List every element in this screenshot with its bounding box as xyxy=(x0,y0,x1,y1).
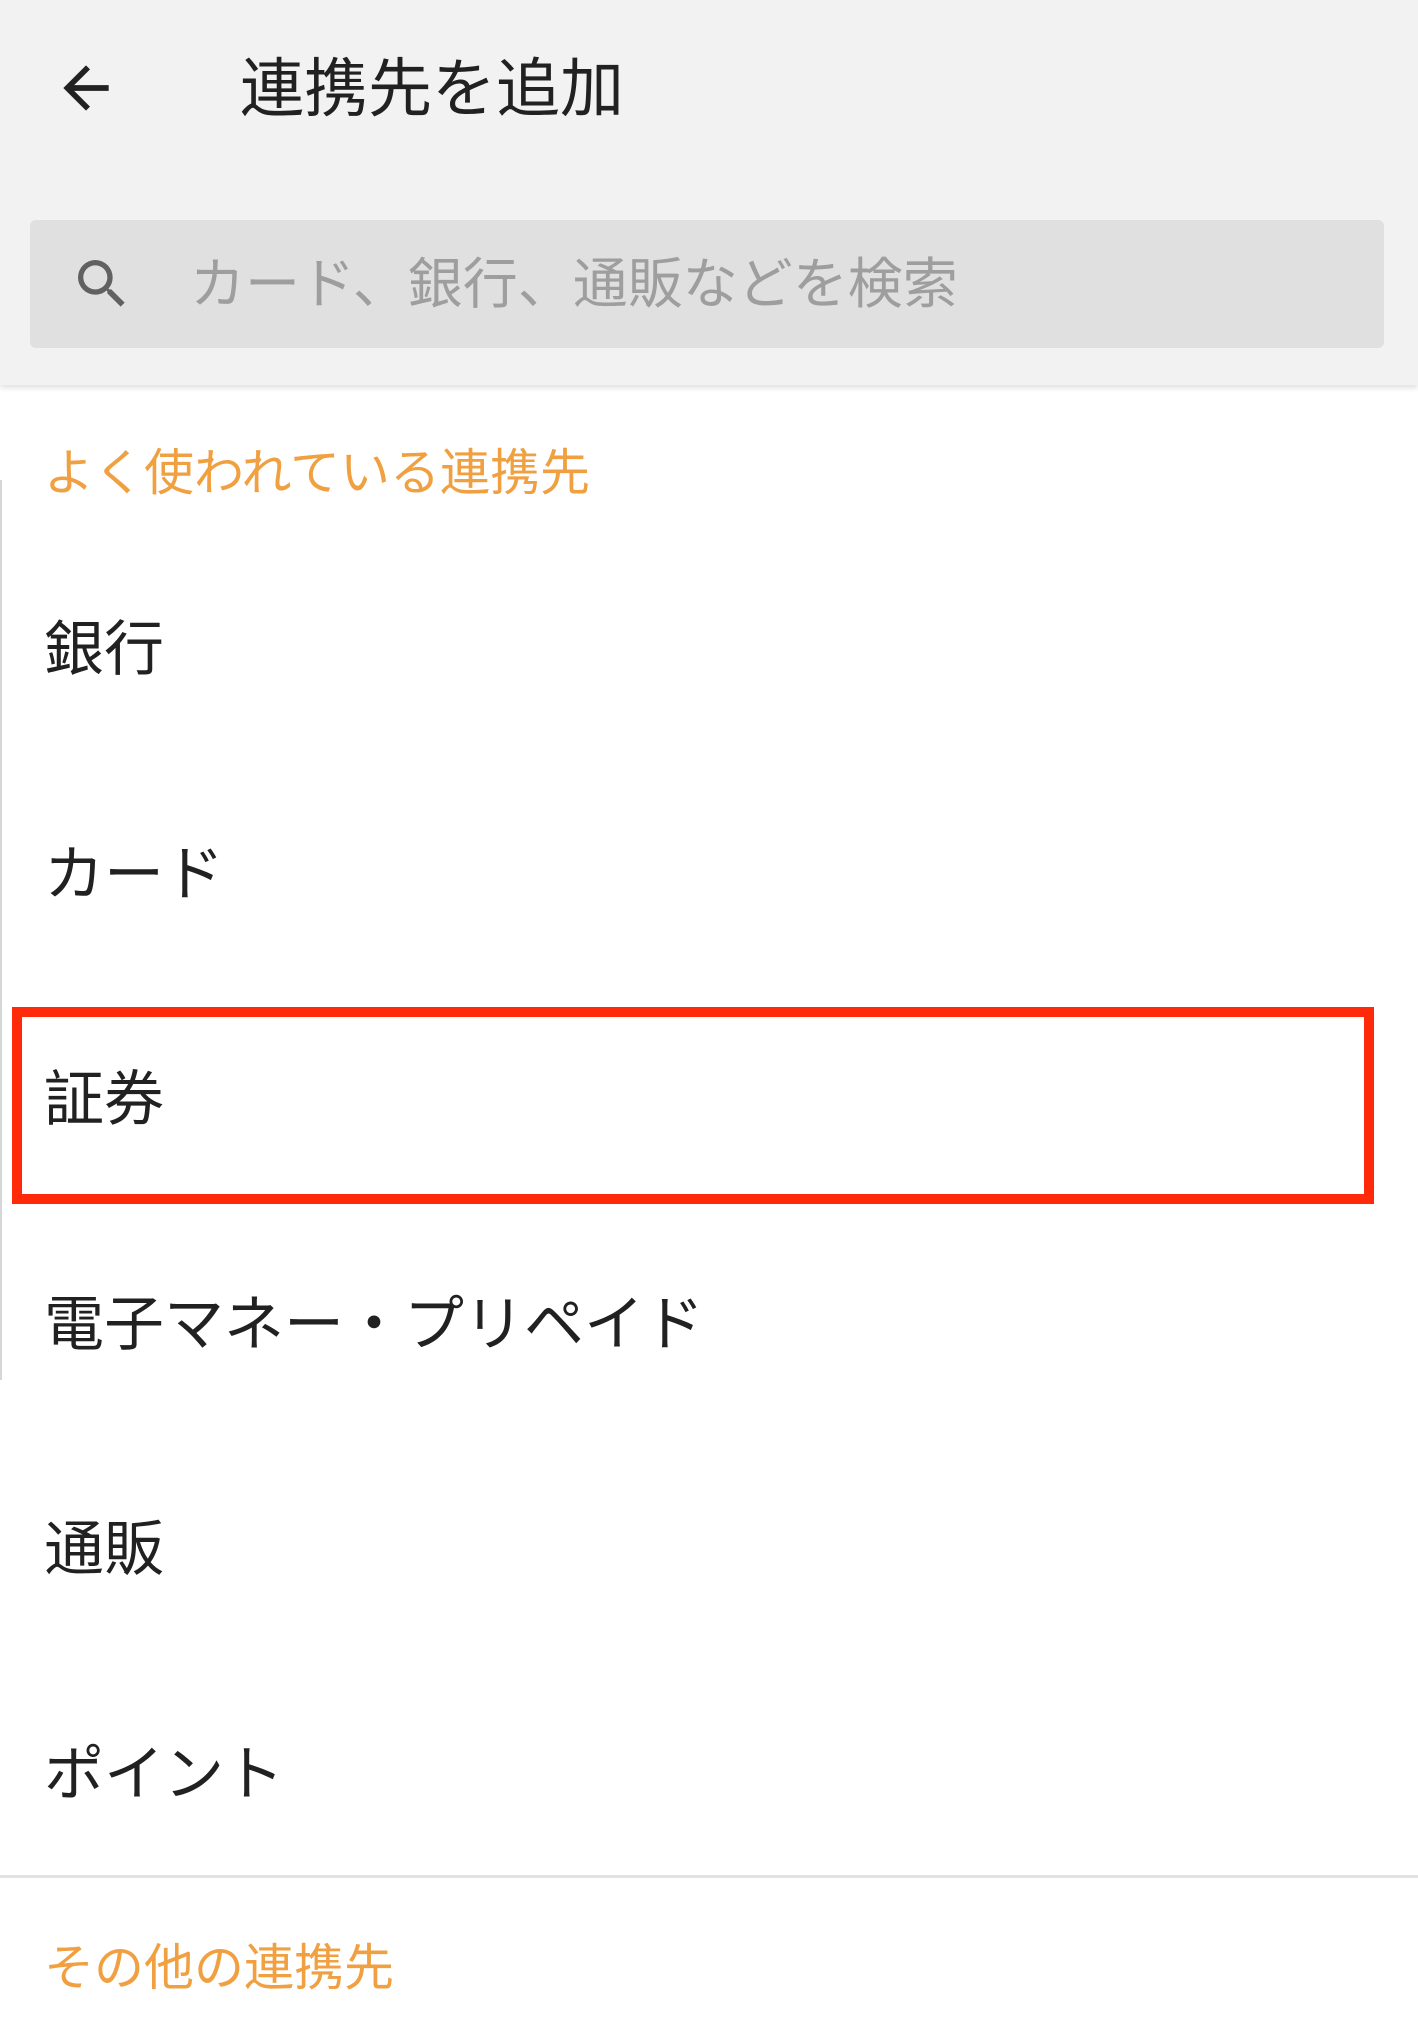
list-item-label: 通販 xyxy=(44,1515,164,1585)
list-item-label: カード xyxy=(44,840,224,910)
section-header-other: その他の連携先 xyxy=(44,1939,394,1997)
list-item-label: 銀行 xyxy=(44,615,164,685)
list-item-ecommerce[interactable]: 通販 xyxy=(0,1438,1418,1663)
add-connection-screen: 連携先を追加 よく使われている連携先 銀行 カード 証券 電子マネー・プリペイド… xyxy=(0,0,1418,2039)
list-item-securities[interactable]: 証券 xyxy=(0,988,1418,1213)
search-bar[interactable] xyxy=(30,220,1384,348)
arrow-left-icon xyxy=(52,54,120,122)
list-item-label: ポイント xyxy=(44,1740,284,1810)
section-divider xyxy=(0,1875,1418,1878)
list-item-label: 証券 xyxy=(44,1065,164,1135)
list-item-card[interactable]: カード xyxy=(0,763,1418,988)
back-button[interactable] xyxy=(38,40,134,136)
section-header-popular: よく使われている連携先 xyxy=(44,444,590,502)
list-item-bank[interactable]: 銀行 xyxy=(0,538,1418,763)
list-item-emoney-prepaid[interactable]: 電子マネー・プリペイド xyxy=(0,1213,1418,1438)
page-title: 連携先を追加 xyxy=(240,53,624,127)
app-bar: 連携先を追加 xyxy=(0,0,1418,385)
search-icon xyxy=(70,252,134,316)
connection-list: よく使われている連携先 銀行 カード 証券 電子マネー・プリペイド 通販 ポイン… xyxy=(0,385,1418,2039)
list-item-points[interactable]: ポイント xyxy=(0,1663,1418,1888)
search-input[interactable] xyxy=(190,234,1350,334)
list-item-label: 電子マネー・プリペイド xyxy=(44,1290,704,1360)
